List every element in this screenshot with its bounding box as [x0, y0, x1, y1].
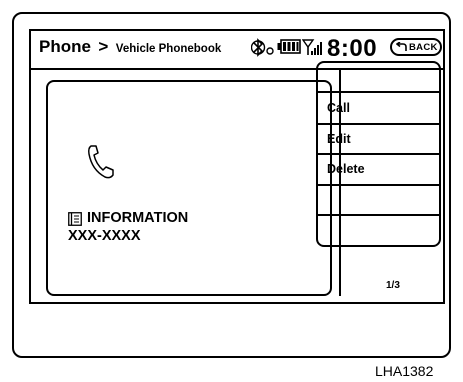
breadcrumb-separator: >: [98, 37, 109, 56]
signal-icon: [302, 39, 322, 55]
phonebook-icon: [68, 212, 82, 226]
breadcrumb: Phone > Vehicle Phonebook: [39, 37, 221, 57]
contact-number: XXX-XXXX: [68, 228, 141, 244]
back-button[interactable]: BACK: [390, 38, 442, 56]
bluetooth-icon: [251, 38, 274, 57]
phone-handset-icon: [88, 145, 114, 179]
back-button-label: BACK: [409, 42, 438, 53]
page-indicator: 1/3: [386, 280, 400, 291]
menu-item-blank-5[interactable]: [316, 184, 441, 216]
breadcrumb-vehicle-phonebook: Vehicle Phonebook: [115, 43, 222, 55]
clock: 8:00: [327, 35, 378, 62]
menu-item-blank-top[interactable]: [316, 61, 441, 93]
menu-item-delete[interactable]: Delete: [316, 153, 441, 186]
breadcrumb-phone: Phone: [39, 37, 91, 56]
figure-caption: LHA1382: [375, 363, 434, 379]
contact-info-panel: INFORMATION XXX-XXXX: [46, 80, 332, 296]
back-arrow-icon: [396, 42, 407, 51]
contact-name: INFORMATION: [87, 210, 189, 226]
action-menu: Call Edit Delete: [316, 61, 441, 277]
menu-item-blank-6[interactable]: [316, 214, 441, 247]
menu-item-call[interactable]: Call: [316, 91, 441, 125]
menu-item-edit[interactable]: Edit: [316, 123, 441, 155]
battery-icon: [277, 39, 301, 54]
